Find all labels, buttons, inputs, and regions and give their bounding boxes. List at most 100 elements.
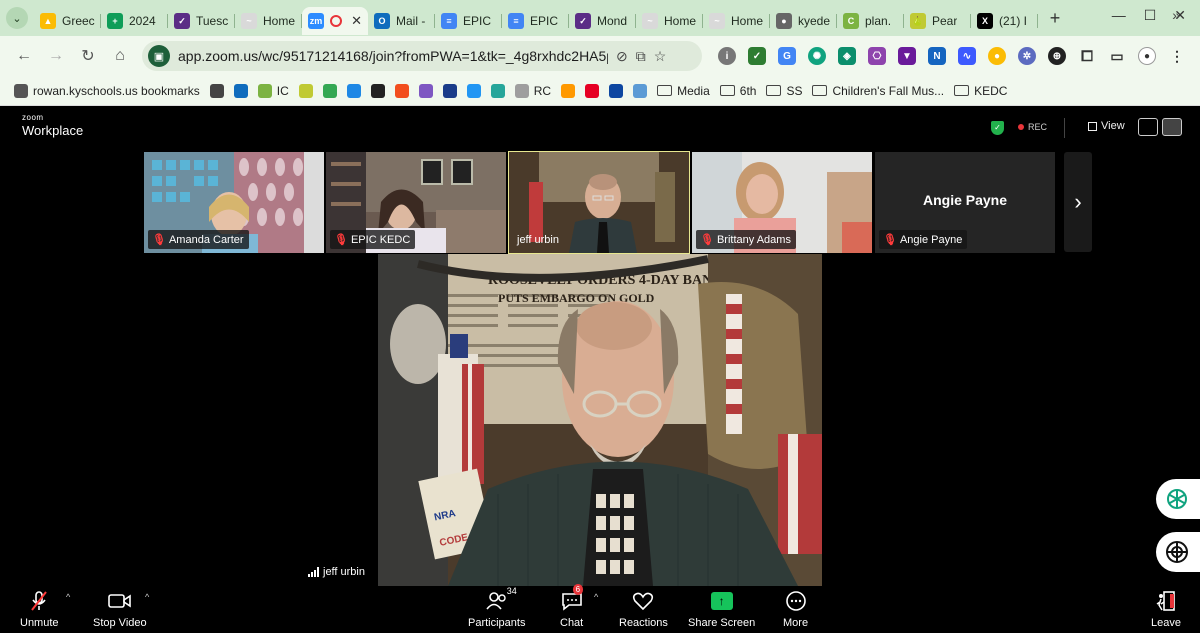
- meeting-toolbar: Unmute ^ Stop Video ^ 34 Participants 6 …: [0, 584, 1200, 633]
- puzzle-extensions-icon[interactable]: ⧠: [1078, 47, 1096, 65]
- bookmark-star-icon[interactable]: ☆: [654, 48, 667, 65]
- bookmarks-overflow-icon[interactable]: »: [1172, 7, 1180, 23]
- menu-kebab-icon[interactable]: ⋮: [1168, 47, 1186, 65]
- browser-tab[interactable]: ≡ EPIC: [435, 7, 502, 35]
- video-tile-epic-kedc[interactable]: 🎙 EPIC KEDC: [326, 152, 506, 253]
- encryption-shield-icon[interactable]: ✓: [991, 121, 1004, 135]
- browser-tab[interactable]: ~ Home: [636, 7, 703, 35]
- minimize-icon[interactable]: —: [1112, 7, 1126, 23]
- browser-tab[interactable]: zm ✕: [302, 7, 368, 35]
- bookmark-item[interactable]: [298, 83, 313, 98]
- site-info-icon[interactable]: ▣: [148, 45, 170, 67]
- bookmark-item[interactable]: [346, 83, 361, 98]
- bookmark-item[interactable]: [561, 83, 576, 98]
- browser-tab[interactable]: ▲ Greec: [34, 7, 101, 35]
- bookmark-item[interactable]: [370, 83, 385, 98]
- browser-tab[interactable]: O Mail -: [368, 7, 435, 35]
- browser-tab[interactable]: ● kyede: [770, 7, 837, 35]
- maximize-icon[interactable]: ☐: [1144, 7, 1157, 24]
- bookmark-item[interactable]: RC: [514, 83, 551, 98]
- bookmark-label: SS: [786, 83, 803, 98]
- reactions-button[interactable]: Reactions: [619, 590, 668, 629]
- bookmark-folder[interactable]: KEDC: [954, 84, 1007, 98]
- participants-icon: 34: [485, 586, 517, 612]
- browser-tab[interactable]: ~ Home: [235, 7, 302, 35]
- participant-display-name: Angie Payne: [922, 192, 1008, 208]
- bookmark-item[interactable]: [418, 83, 433, 98]
- recording-indicator[interactable]: REC: [1018, 122, 1047, 132]
- extension-icon[interactable]: ∿: [958, 47, 976, 65]
- extension-icon[interactable]: N: [928, 47, 946, 65]
- bookmark-item[interactable]: [322, 83, 337, 98]
- bookmark-item[interactable]: [442, 83, 457, 98]
- extension-icon[interactable]: ✲: [1018, 47, 1036, 65]
- chatgpt-extension-icon[interactable]: ✺: [808, 47, 826, 65]
- video-options-caret-icon[interactable]: ^: [145, 592, 149, 602]
- video-tile-brittany-adams[interactable]: 🎙 Brittany Adams: [692, 152, 872, 253]
- extension-icon[interactable]: ▼: [898, 47, 916, 65]
- leave-button[interactable]: Leave: [1151, 590, 1181, 629]
- close-tab-icon[interactable]: ✕: [351, 13, 362, 29]
- tab-search-button[interactable]: ⌄: [0, 0, 34, 36]
- extension-icon[interactable]: ✓: [748, 47, 766, 65]
- share-screen-button[interactable]: ↑ Share Screen: [688, 590, 755, 629]
- bookmark-item[interactable]: IC: [257, 83, 289, 98]
- extension-icon[interactable]: ●: [988, 47, 1006, 65]
- bookmark-folder[interactable]: 6th: [719, 84, 756, 98]
- browser-tab[interactable]: X (21) I: [971, 7, 1038, 35]
- view-button[interactable]: View: [1088, 120, 1125, 132]
- browser-tab[interactable]: ~ Home: [703, 7, 770, 35]
- unmute-button[interactable]: Unmute: [20, 590, 59, 629]
- forward-arrow-icon[interactable]: →: [40, 47, 72, 65]
- chatgpt-sidebar-button[interactable]: [1156, 479, 1200, 519]
- bookmark-item[interactable]: [585, 83, 600, 98]
- video-tile-jeff-urbin[interactable]: jeff urbin: [508, 151, 690, 254]
- browser-tab[interactable]: ≡ EPIC: [502, 7, 569, 35]
- address-bar[interactable]: ▣ app.zoom.us/wc/95171214168/join?fromPW…: [142, 41, 702, 71]
- bookmark-item[interactable]: [209, 83, 224, 98]
- video-camera-icon: [108, 590, 132, 612]
- new-tab-button[interactable]: +: [1042, 8, 1068, 29]
- more-button[interactable]: More: [783, 590, 808, 629]
- chat-options-caret-icon[interactable]: ^: [594, 592, 598, 602]
- home-icon[interactable]: ⌂: [104, 47, 136, 65]
- bookmark-item[interactable]: rowan.kyschools.us bookmarks: [14, 83, 200, 98]
- audio-options-caret-icon[interactable]: ^: [66, 592, 70, 602]
- info-extension-icon[interactable]: i: [718, 47, 736, 65]
- bookmark-item[interactable]: [233, 83, 248, 98]
- back-arrow-icon[interactable]: ←: [8, 47, 40, 65]
- browser-tab[interactable]: ✓ Tuesc: [168, 7, 235, 35]
- gallery-next-button[interactable]: ›: [1064, 152, 1092, 252]
- extension-icon[interactable]: ⎔: [868, 47, 886, 65]
- translate-extension-icon[interactable]: G: [778, 47, 796, 65]
- extension-icon[interactable]: ⊕: [1048, 47, 1066, 65]
- main-speaker-video[interactable]: ROOSEVELT ORDERS 4-DAY BAN PUTS EMBARGO …: [378, 254, 822, 586]
- fullscreen-icon[interactable]: [1162, 118, 1182, 136]
- bookmark-item[interactable]: [609, 83, 624, 98]
- chat-button[interactable]: 6 Chat: [560, 584, 583, 629]
- ai-assistant-sidebar-button[interactable]: [1156, 532, 1200, 572]
- browser-tab[interactable]: 🍐 Pear: [904, 7, 971, 35]
- bookmark-folder[interactable]: SS: [766, 84, 802, 98]
- profile-avatar[interactable]: ●: [1138, 47, 1156, 65]
- browser-tab[interactable]: ✓ Mond: [569, 7, 636, 35]
- minimize-video-icon[interactable]: [1138, 118, 1158, 136]
- url-text[interactable]: app.zoom.us/wc/95171214168/join?fromPWA=…: [178, 48, 608, 64]
- browser-tab[interactable]: Cplan.: [837, 7, 904, 35]
- bookmark-folder[interactable]: Media: [657, 84, 710, 98]
- video-tile-angie-payne[interactable]: Angie Payne 🎙 Angie Payne: [875, 152, 1055, 253]
- bookmark-folder[interactable]: Children's Fall Mus...: [812, 84, 944, 98]
- video-tile-amanda-carter[interactable]: 🎙 Amanda Carter: [144, 152, 324, 253]
- bookmark-item[interactable]: [394, 83, 409, 98]
- stop-video-button[interactable]: Stop Video: [93, 590, 147, 629]
- extension-icon[interactable]: ◈: [838, 47, 856, 65]
- bookmark-item[interactable]: [466, 83, 481, 98]
- participants-button[interactable]: 34 Participants: [468, 586, 525, 629]
- install-app-icon[interactable]: ⧉: [636, 48, 646, 65]
- camera-off-icon[interactable]: ⊘: [616, 48, 628, 65]
- cast-icon[interactable]: ▭: [1108, 47, 1126, 65]
- bookmark-item[interactable]: [490, 83, 505, 98]
- bookmark-item[interactable]: [633, 83, 648, 98]
- browser-tab[interactable]: +2024: [101, 7, 168, 35]
- reload-icon[interactable]: ↻: [72, 46, 104, 66]
